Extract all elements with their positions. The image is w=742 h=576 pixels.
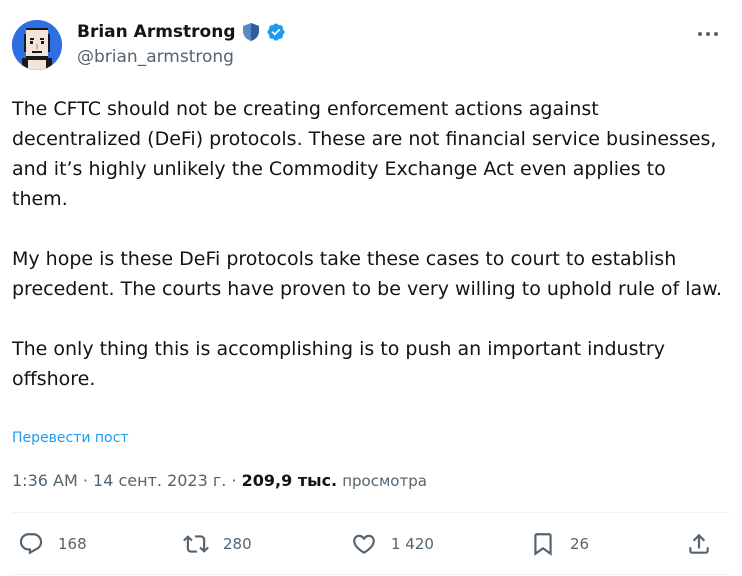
like-button[interactable]: 1 420 <box>351 530 434 558</box>
reply-button[interactable]: 168 <box>18 530 87 558</box>
tweet-paragraph: The CFTC should not be creating enforcem… <box>12 98 717 210</box>
like-icon <box>351 531 377 557</box>
divider <box>12 512 730 513</box>
author-display-name[interactable]: Brian Armstrong <box>77 22 236 42</box>
pixel-portrait-icon <box>12 20 62 70</box>
repost-count: 280 <box>223 535 252 553</box>
reply-count: 168 <box>58 535 87 553</box>
repost-button[interactable]: 280 <box>183 530 252 558</box>
author-handle[interactable]: @brian_armstrong <box>77 47 234 67</box>
meta-separator: · <box>226 471 242 490</box>
tweet-paragraph: The only thing this is accomplishing is … <box>12 338 665 390</box>
retweet-icon <box>183 531 209 557</box>
shield-icon <box>241 22 261 42</box>
like-count: 1 420 <box>391 535 434 553</box>
bookmark-icon <box>530 531 556 557</box>
post-time[interactable]: 1:36 AM <box>12 471 78 490</box>
verified-icon[interactable] <box>266 22 286 42</box>
tweet-paragraph: My hope is these DeFi protocols take the… <box>12 248 723 300</box>
meta-separator: · <box>77 471 94 490</box>
tweet-meta: 1:36 AM · 14 сент. 2023 г. · 209,9 тыс. … <box>12 471 427 490</box>
more-options-button[interactable] <box>696 24 720 44</box>
bookmark-button[interactable]: 26 <box>530 530 589 558</box>
bookmark-count: 26 <box>570 535 590 553</box>
share-icon <box>686 531 712 557</box>
views-label: просмотра <box>342 472 427 490</box>
tweet-text: The CFTC should not be creating enforcem… <box>12 94 724 394</box>
tweet: Brian Armstrong @brian_armstrong The CFT… <box>0 0 742 576</box>
more-icon <box>698 32 718 36</box>
avatar[interactable] <box>12 20 62 70</box>
share-button[interactable] <box>686 530 712 558</box>
translate-post-link[interactable]: Перевести пост <box>12 430 128 446</box>
post-date[interactable]: 14 сент. 2023 г. <box>93 471 226 490</box>
divider <box>12 574 730 575</box>
views-count: 209,9 тыс. <box>241 471 338 490</box>
author-name-row: Brian Armstrong <box>77 22 286 42</box>
reply-icon <box>18 531 44 557</box>
